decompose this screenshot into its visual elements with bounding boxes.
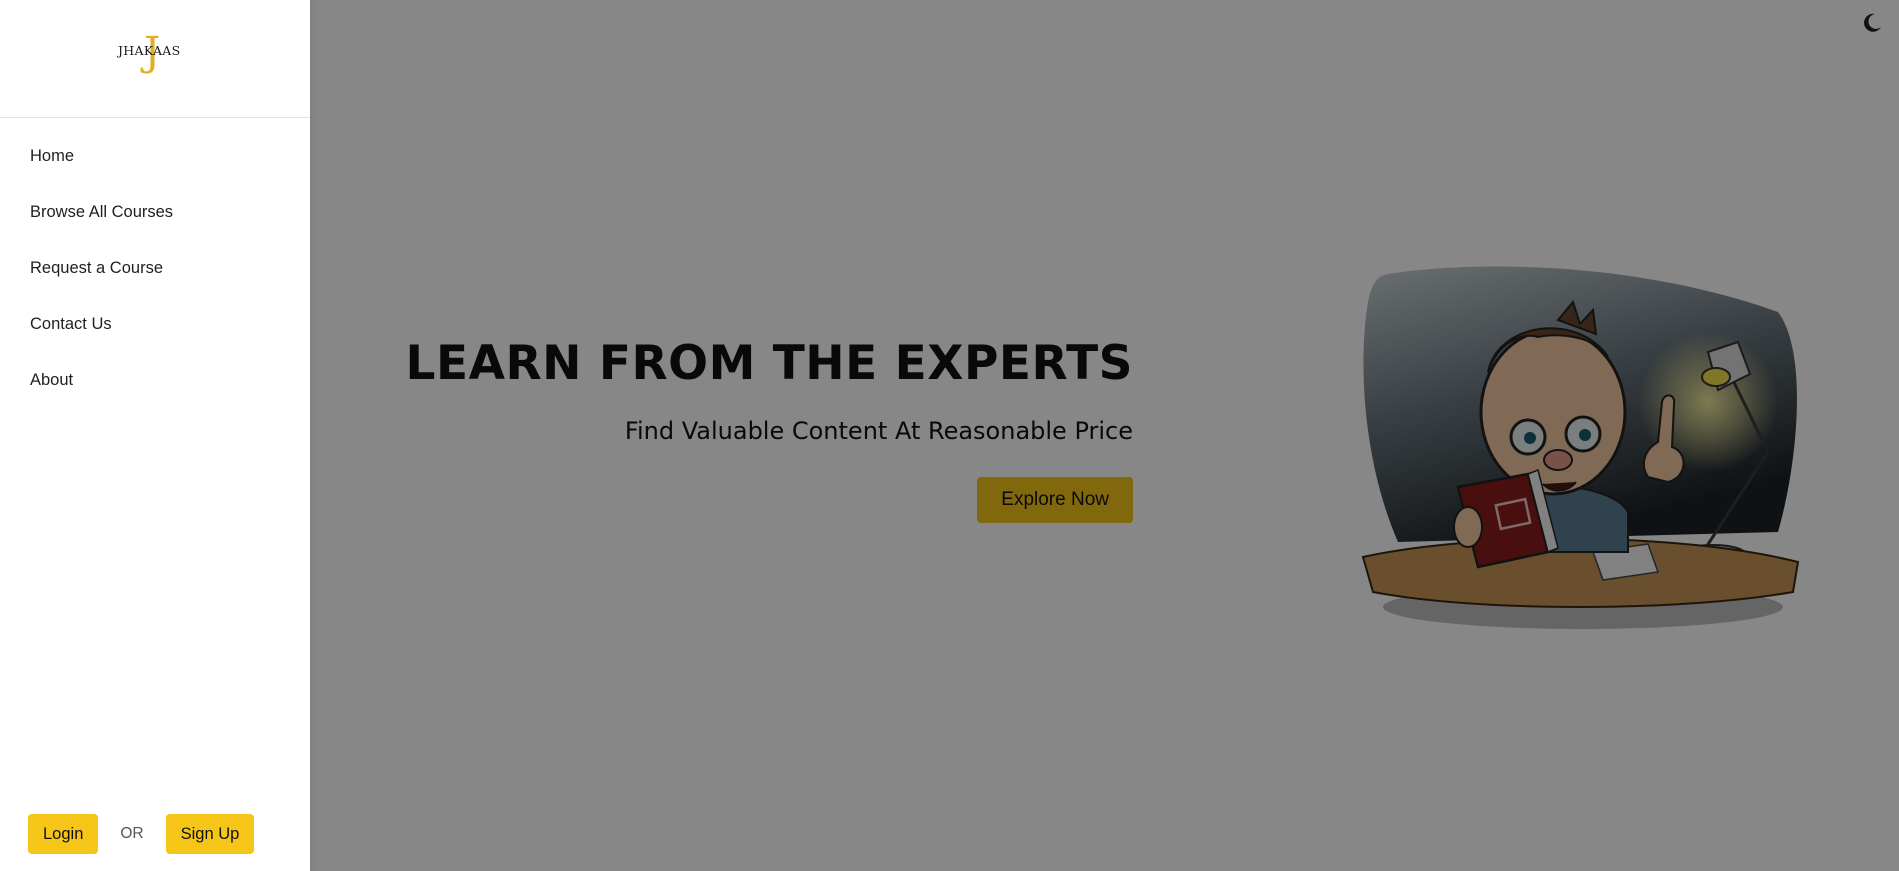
signup-button[interactable]: Sign Up [165, 814, 255, 854]
login-button[interactable]: Login [28, 814, 99, 854]
sidebar-nav: Home Browse All Courses Request a Course… [0, 118, 310, 408]
sidebar-item-browse-all-courses[interactable]: Browse All Courses [0, 184, 310, 240]
brand-logo[interactable]: J JHAKAAS [116, 30, 186, 80]
logo-text: JHAKAAS [118, 43, 181, 58]
sidebar-item-request-a-course[interactable]: Request a Course [0, 240, 310, 296]
sidebar-item-contact-us[interactable]: Contact Us [0, 296, 310, 352]
sidebar-item-home[interactable]: Home [0, 128, 310, 184]
or-separator: OR [120, 825, 144, 842]
moon-icon[interactable] [1861, 12, 1883, 34]
sidebar-item-about[interactable]: About [0, 352, 310, 408]
auth-actions: Login OR Sign Up [28, 814, 255, 854]
page: LEARN FROM THE EXPERTS Find Valuable Con… [0, 0, 1899, 871]
sidebar-drawer: J JHAKAAS Home Browse All Courses Reques… [0, 0, 310, 871]
sidebar-header: J JHAKAAS [0, 0, 310, 118]
